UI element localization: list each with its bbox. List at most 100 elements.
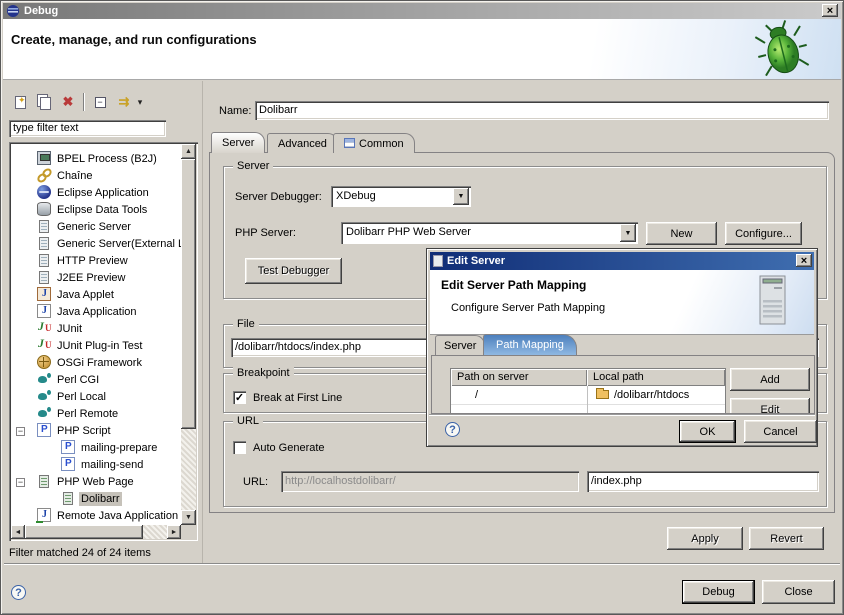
collapse-toggle-icon[interactable]: − [16, 427, 25, 436]
combo-arrow-icon[interactable]: ▼ [453, 188, 469, 205]
remote-java-icon [37, 508, 51, 522]
tree-item-dolibarr[interactable]: Dolibarr [11, 491, 181, 508]
tab-common[interactable]: Common [333, 133, 415, 153]
table-row[interactable]: /dolibarr/htdocs [588, 386, 725, 405]
tree-item-mailing-prepare[interactable]: mailing-prepare [11, 440, 181, 457]
tree-item-java-application[interactable]: Java Application [11, 304, 181, 321]
java-application-icon [37, 304, 51, 318]
breakpoint-group-title: Breakpoint [233, 367, 294, 379]
tree-item-generic-server-external[interactable]: Generic Server(External La [11, 236, 181, 253]
cancel-button[interactable]: Cancel [744, 420, 817, 443]
help-button[interactable]: ? [11, 585, 26, 600]
dialog-tab-path-mapping[interactable]: Path Mapping [483, 334, 577, 355]
perl-camel-icon [37, 406, 51, 420]
vertical-scroll-thumb[interactable] [181, 159, 196, 429]
tree-item-generic-server[interactable]: Generic Server [11, 219, 181, 236]
debug-button[interactable]: Debug [682, 580, 755, 604]
url-base-field: http://localhostdolibarr/ [281, 471, 579, 492]
scroll-down-button[interactable]: ▼ [181, 510, 196, 525]
tree-item-eclipse-application[interactable]: Eclipse Application [11, 185, 181, 202]
tab-advanced[interactable]: Advanced [267, 133, 338, 153]
tree-item-perl-local[interactable]: Perl Local [11, 389, 181, 406]
scroll-left-button[interactable]: ◄ [11, 525, 25, 539]
collapse-all-button[interactable]: − [89, 92, 111, 112]
new-configuration-button[interactable]: ✦ [9, 92, 31, 112]
tree-item-eclipse-data-tools[interactable]: Eclipse Data Tools [11, 202, 181, 219]
tree-item-http-preview[interactable]: HTTP Preview [11, 253, 181, 270]
tree-item-remote-java-application[interactable]: Remote Java Application [11, 508, 181, 525]
break-first-line-checkbox[interactable]: ✓ [233, 391, 246, 404]
tree-item-php-web-page[interactable]: −PHP Web Page [11, 474, 181, 491]
scroll-down-icon: ▼ [185, 514, 192, 521]
window-titlebar[interactable]: Debug × [3, 3, 841, 19]
dialog-subheading: Configure Server Path Mapping [451, 302, 605, 314]
toolbar-menu-button[interactable]: ▾ [133, 92, 147, 112]
ok-button[interactable]: OK [679, 420, 736, 443]
scroll-up-button[interactable]: ▲ [181, 144, 196, 159]
column-header-path-on-server[interactable]: Path on server [451, 369, 587, 386]
filter-input[interactable]: type filter text [9, 120, 166, 137]
close-button[interactable]: Close [762, 580, 835, 604]
footer-separator [4, 563, 840, 565]
new-server-button[interactable]: New [646, 222, 717, 245]
url-path-field[interactable]: /index.php [587, 471, 819, 492]
scrollbar-corner [181, 525, 196, 539]
server-debugger-value: XDebug [336, 190, 376, 202]
file-group-title: File [233, 318, 259, 330]
edit-server-dialog: Edit Server × Edit Server Path Mapping C… [426, 248, 818, 447]
tree-item-java-applet[interactable]: Java Applet [11, 287, 181, 304]
dialog-close-button[interactable]: × [796, 254, 812, 267]
panel-divider[interactable] [202, 81, 203, 564]
server-icon [39, 254, 49, 267]
dialog-titlebar[interactable]: Edit Server × [430, 252, 814, 270]
scroll-right-icon: ► [171, 529, 178, 536]
tree-item-perl-remote[interactable]: Perl Remote [11, 406, 181, 423]
scroll-right-button[interactable]: ► [167, 525, 181, 539]
column-header-local-path[interactable]: Local path [587, 369, 725, 386]
chain-icon [37, 168, 51, 182]
tree-item-j2ee-preview[interactable]: J2EE Preview [11, 270, 181, 287]
chevron-down-icon: ▾ [138, 97, 143, 108]
table-row[interactable]: / [451, 386, 587, 405]
path-mapping-table[interactable]: Path on server Local path / /dolibarr/ht… [450, 368, 726, 414]
eclipse-application-icon [37, 185, 51, 199]
tree-item-junit-plugin-test[interactable]: JUnit Plug-in Test [11, 338, 181, 355]
server-debugger-select[interactable]: XDebug ▼ [331, 186, 471, 207]
apply-button: Apply [667, 527, 743, 550]
tree-item-bpel-process[interactable]: BPEL Process (B2J) [11, 151, 181, 168]
revert-button: Revert [749, 527, 824, 550]
tab-server[interactable]: Server [211, 132, 265, 153]
configure-server-button[interactable]: Configure... [725, 222, 802, 245]
dialog-banner: Create, manage, and run configurations [3, 19, 841, 80]
combo-arrow-icon[interactable]: ▼ [620, 224, 636, 242]
tree-item-osgi-framework[interactable]: OSGi Framework [11, 355, 181, 372]
filter-icon: ⇉ [119, 94, 130, 110]
duplicate-configuration-button[interactable] [33, 92, 55, 112]
dialog-help-button[interactable]: ? [445, 422, 460, 437]
php-server-select[interactable]: Dolibarr PHP Web Server ▼ [341, 222, 638, 244]
window-close-button[interactable]: × [822, 4, 838, 17]
php-web-server-icon [39, 475, 49, 488]
toolbar-separator [83, 93, 85, 111]
dialog-tab-server[interactable]: Server [435, 335, 485, 355]
tree-item-perl-cgi[interactable]: Perl CGI [11, 372, 181, 389]
horizontal-scroll-thumb[interactable] [25, 525, 143, 539]
name-field[interactable]: Dolibarr [255, 101, 829, 120]
junit-plugin-icon [37, 338, 51, 352]
add-mapping-button[interactable]: Add [730, 368, 810, 391]
collapse-toggle-icon[interactable]: − [16, 478, 25, 487]
tree-item-junit[interactable]: JUnit [11, 321, 181, 338]
tree-item-chaine[interactable]: Chaîne [11, 168, 181, 185]
auto-generate-checkbox[interactable] [233, 441, 246, 454]
tree-item-php-script[interactable]: −PHP Script [11, 423, 181, 440]
filter-button[interactable]: ⇉ [113, 92, 135, 112]
check-icon: ✓ [235, 391, 244, 404]
delete-configuration-button[interactable]: ✖ [57, 92, 79, 112]
php-script-icon [61, 440, 75, 454]
close-icon: × [801, 255, 807, 267]
debug-configurations-window: Debug × Create, manage, and run configur… [0, 0, 844, 615]
php-server-value: Dolibarr PHP Web Server [346, 226, 471, 238]
tree-item-mailing-send[interactable]: mailing-send [11, 457, 181, 474]
server-icon [433, 255, 443, 267]
new-sparkle-icon: ✦ [18, 95, 26, 106]
